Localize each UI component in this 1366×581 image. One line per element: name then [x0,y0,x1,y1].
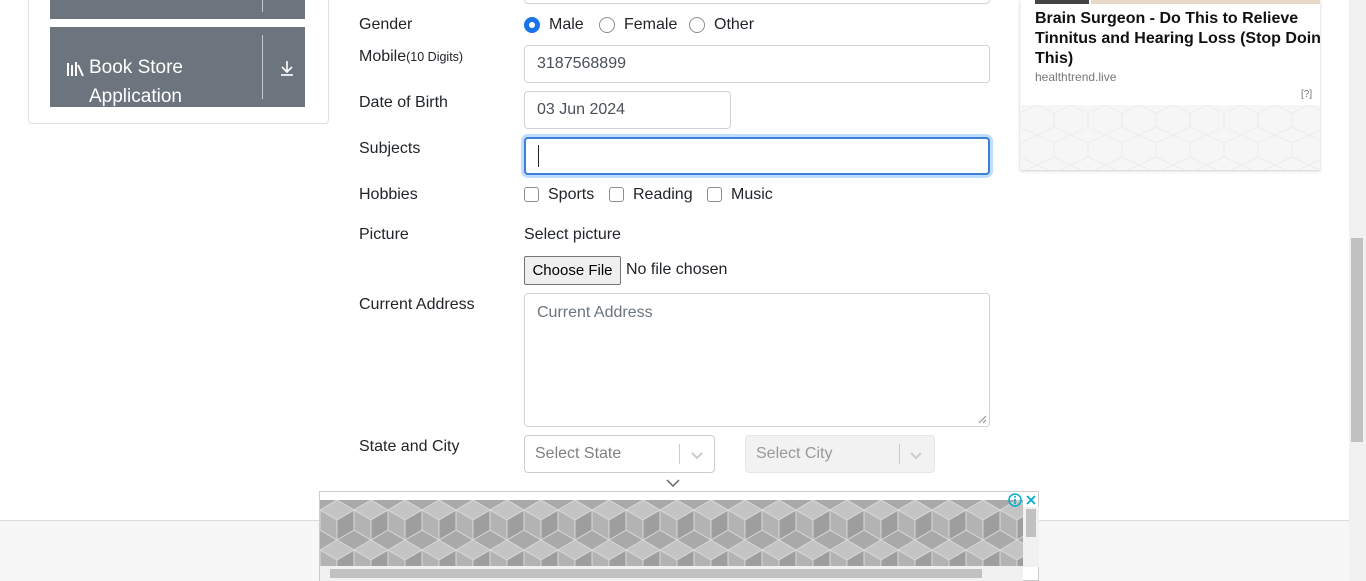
gender-radio-male[interactable] [524,17,540,33]
hobby-checkbox-reading[interactable] [609,187,624,202]
bottom-ad-banner[interactable] [319,491,1039,581]
tile-divider [262,35,263,99]
ad-background-pattern [1020,105,1320,170]
ad-background-pattern [320,500,1023,566]
gender-radio-other[interactable] [689,17,705,33]
mobile-input[interactable]: 3187568899 [524,45,990,83]
books-icon [67,62,84,77]
city-select[interactable]: Select City [745,435,935,473]
sidebar-group-tile[interactable] [50,0,305,19]
mobile-hint: (10 Digits) [406,50,464,64]
mobile-label-text: Mobile [359,48,407,65]
ad-vertical-scrollbar[interactable] [1023,507,1039,567]
sidebar-book-store-label: Book Store Application [89,57,183,107]
current-address-textarea[interactable]: Current Address [524,293,990,427]
hobbies-label: Hobbies [359,186,418,203]
no-file-text: No file chosen [626,261,728,278]
subjects-input[interactable] [524,137,990,175]
ad-sponsored-tag [1035,0,1089,4]
hobby-option-music[interactable]: Music [731,186,773,204]
dob-value: 03 Jun 2024 [537,101,626,118]
subjects-label: Subjects [359,140,421,157]
chevron-down-icon[interactable] [666,477,680,489]
ad-horizontal-scrollbar-thumb[interactable] [330,569,982,578]
dob-label: Date of Birth [359,94,448,111]
select-separator [679,444,680,464]
chevron-down-icon[interactable] [909,448,923,462]
adchoices-icon[interactable] [1319,89,1320,101]
state-city-label: State and City [359,438,460,455]
dob-input[interactable]: 03 Jun 2024 [524,91,731,129]
ad-vertical-scrollbar-thumb[interactable] [1026,509,1036,537]
select-separator [899,444,900,464]
ad-title[interactable]: Brain Surgeon - Do This to Relieve Tinni… [1035,9,1320,69]
choose-file-button[interactable]: Choose File [524,256,621,285]
hobby-checkbox-sports[interactable] [524,187,539,202]
city-placeholder: Select City [756,445,833,462]
select-picture-label: Select picture [524,226,621,243]
ad-info-icon[interactable] [1008,493,1022,507]
gender-option-male[interactable]: Male [549,16,584,34]
gender-option-female[interactable]: Female [624,16,677,34]
sidebar-ad[interactable]: Brain Surgeon - Do This to Relieve Tinni… [1020,0,1320,170]
ad-help-link[interactable]: [?] [1301,89,1312,100]
close-icon[interactable] [1024,493,1038,507]
page-scrollbar[interactable] [1349,0,1366,581]
state-placeholder: Select State [535,445,622,462]
ad-image[interactable] [1091,0,1320,4]
sidebar-group-book-store[interactable]: Book Store Application [50,27,305,107]
tile-divider [262,0,263,12]
mobile-value: 3187568899 [537,55,626,72]
address-label: Current Address [359,296,475,313]
chevron-down-icon[interactable] [690,448,704,462]
resize-handle-icon[interactable] [978,415,987,424]
page-scrollbar-thumb[interactable] [1351,238,1363,442]
gender-label: Gender [359,16,413,33]
mobile-label: Mobile(10 Digits) [359,48,463,66]
gender-option-other[interactable]: Other [714,16,754,34]
hobby-option-reading[interactable]: Reading [633,186,693,204]
ad-content-card[interactable]: Brain Surgeon - Do This to Relieve Tinni… [1021,0,1320,105]
address-placeholder: Current Address [537,304,653,321]
email-field[interactable] [524,0,990,4]
picture-label: Picture [359,226,409,243]
text-caret [538,145,539,167]
ad-horizontal-scrollbar[interactable] [320,566,1023,581]
hobby-option-sports[interactable]: Sports [548,186,594,204]
ad-domain[interactable]: healthtrend.live [1035,70,1116,84]
state-select[interactable]: Select State [524,435,715,473]
download-icon[interactable] [278,59,296,77]
hobby-checkbox-music[interactable] [707,187,722,202]
gender-radio-female[interactable] [599,17,615,33]
